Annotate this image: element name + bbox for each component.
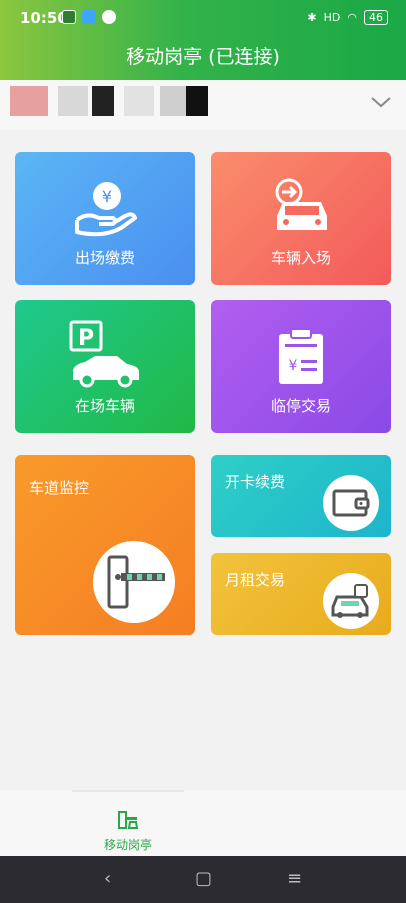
account-name-mosaic bbox=[58, 86, 88, 116]
svg-text:¥: ¥ bbox=[102, 187, 112, 206]
tile-vehicle-entry-label: 车辆入场 bbox=[270, 249, 331, 267]
tile-lane-monitoring[interactable]: 车道监控 bbox=[15, 455, 195, 635]
car-entry-icon bbox=[275, 178, 327, 230]
account-name-mosaic bbox=[160, 86, 186, 116]
account-selector[interactable] bbox=[0, 80, 406, 130]
notification-app-icon bbox=[62, 10, 76, 24]
notification-app-icon bbox=[102, 10, 116, 24]
account-name-mosaic bbox=[186, 86, 208, 116]
tile-temporary-transactions[interactable]: ¥ 临停交易 bbox=[211, 300, 391, 433]
bottom-tab-bar: 移动岗亭 bbox=[0, 790, 406, 856]
tab-mobile-booth-label: 移动岗亭 bbox=[103, 838, 152, 852]
notification-app-icon bbox=[82, 10, 96, 24]
wifi-icon: ◠ bbox=[347, 11, 357, 24]
account-name-mosaic bbox=[92, 86, 114, 116]
bluetooth-icon: ✱ bbox=[307, 11, 317, 24]
account-name-mosaic bbox=[124, 86, 154, 116]
svg-text:P: P bbox=[78, 326, 94, 351]
signal-icon: HD bbox=[323, 11, 341, 24]
tile-monthly-rent-transactions[interactable]: 月租交易 bbox=[211, 553, 391, 635]
tile-card-renewal[interactable]: 开卡续费 bbox=[211, 455, 391, 537]
tile-onsite-vehicles[interactable]: P 在场车辆 bbox=[15, 300, 195, 433]
tile-exit-payment[interactable]: ¥ 出场缴费 bbox=[15, 152, 195, 285]
svg-text:¥: ¥ bbox=[289, 358, 298, 374]
avatar bbox=[10, 86, 48, 116]
car-badge-icon bbox=[331, 584, 369, 618]
back-icon[interactable]: ‹ bbox=[104, 868, 111, 889]
tile-onsite-vehicles-label: 在场车辆 bbox=[74, 397, 135, 415]
status-notification-icons bbox=[62, 10, 116, 24]
system-navigation-bar: ‹ ▢ ≡ bbox=[0, 856, 406, 903]
booth-tab-icon bbox=[118, 811, 138, 829]
tile-exit-payment-label: 出场缴费 bbox=[74, 249, 135, 267]
tab-mobile-booth[interactable]: 移动岗亭 bbox=[72, 790, 184, 856]
wallet-icon bbox=[332, 489, 370, 517]
clipboard-yen-icon: ¥ bbox=[279, 328, 323, 384]
tile-lane-monitoring-label: 车道监控 bbox=[29, 479, 90, 497]
tile-temporary-transactions-label: 临停交易 bbox=[270, 397, 331, 415]
barrier-gate-icon bbox=[107, 555, 165, 609]
parking-car-icon: P bbox=[69, 320, 139, 388]
chevron-down-icon[interactable] bbox=[370, 94, 392, 110]
battery-icon: 46 bbox=[364, 10, 388, 25]
tile-card-renewal-label: 开卡续费 bbox=[225, 473, 286, 491]
status-bar: 10:50 ✱ HD ◠ 46 bbox=[0, 0, 406, 36]
recents-menu-icon[interactable]: ≡ bbox=[287, 868, 302, 889]
app-header: 10:50 ✱ HD ◠ 46 移动岗亭 (已连接) bbox=[0, 0, 406, 80]
status-time: 10:50 bbox=[20, 9, 68, 27]
home-icon[interactable]: ▢ bbox=[195, 868, 212, 889]
status-system-icons: ✱ HD ◠ 46 bbox=[307, 10, 388, 25]
page-title: 移动岗亭 (已连接) bbox=[126, 46, 280, 68]
tile-monthly-rent-label: 月租交易 bbox=[225, 571, 286, 589]
hand-yen-icon: ¥ bbox=[75, 182, 137, 237]
tile-vehicle-entry[interactable]: 车辆入场 bbox=[211, 152, 391, 285]
